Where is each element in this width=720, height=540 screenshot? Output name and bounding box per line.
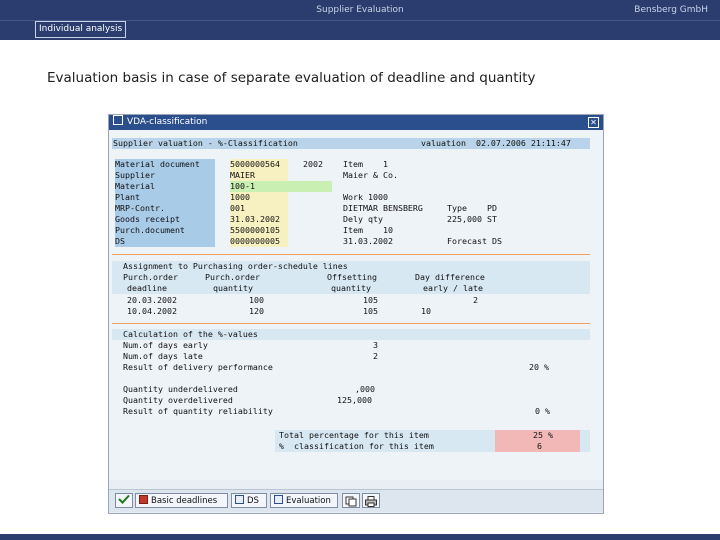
evaluation-label: Evaluation [286, 496, 331, 506]
col-offset-header-1: Offsetting [327, 272, 377, 282]
mrp-type: Type PD [447, 203, 497, 213]
delivery-qty-label: Dely qty [343, 214, 383, 224]
close-icon[interactable]: ✕ [588, 117, 599, 128]
purch-document-item: Item 10 [343, 225, 393, 235]
supplier-field[interactable]: MAIER [230, 170, 288, 181]
material-field[interactable]: 100-1 [230, 181, 332, 192]
material-document-year: 2002 [303, 159, 323, 169]
row-1-deadline: 20.03.2002 [127, 295, 177, 305]
row-1-offset: 105 [363, 295, 378, 305]
row-2-deadline: 10.04.2002 [127, 306, 177, 316]
calc-value-days-late: 2 [373, 351, 378, 361]
valuation-timestamp: valuation 02.07.2006 21:11:47 [421, 138, 571, 148]
material-document-item: Item 1 [343, 159, 388, 169]
label-material: Material [115, 181, 215, 192]
valuation-title: Supplier valuation - %-Classification [113, 138, 298, 148]
row-1-diff: 2 [473, 295, 478, 305]
slide-footer-strip [0, 534, 720, 540]
mrp-controller-name: DIETMAR BENSBERG [343, 203, 423, 213]
calc-value-underdelivered: ,000 [355, 384, 375, 394]
brand-name: Bensberg GmbH [634, 5, 708, 15]
label-plant: Plant [115, 192, 215, 203]
copy-icon [345, 496, 357, 507]
total-percentage-label: Total percentage for this item [279, 430, 429, 440]
assignment-title: Assignment to Purchasing order-schedule … [123, 261, 348, 271]
row-2-offset: 105 [363, 306, 378, 316]
row-2-diff: 10 [421, 306, 431, 316]
col-quantity-header-2: quantity [213, 283, 253, 293]
basic-deadlines-label: Basic deadlines [151, 496, 218, 506]
copy-button[interactable] [342, 493, 360, 508]
ds-forecast: Forecast DS [447, 236, 502, 246]
document-icon [139, 495, 148, 504]
col-quantity-header-1: Purch.order [205, 272, 260, 282]
section-divider [112, 323, 590, 324]
label-ds: DS [115, 236, 215, 247]
calc-label-underdelivered: Quantity underdelivered [123, 384, 238, 394]
col-diff-header-2: early / late [423, 283, 483, 293]
col-deadline-header-1: Purch.order [123, 272, 178, 282]
classification-label: % classification for this item [279, 441, 434, 451]
label-mrp-controller: MRP-Contr. [115, 203, 215, 214]
label-material-document: Material document [115, 159, 215, 170]
row-1-quantity: 100 [249, 295, 264, 305]
evaluation-button[interactable]: Evaluation [270, 493, 338, 508]
label-supplier: Supplier [115, 170, 215, 181]
section-tab: Individual analysis [35, 21, 127, 38]
basic-deadlines-button[interactable]: Basic deadlines [135, 493, 228, 508]
confirm-button[interactable] [115, 493, 133, 508]
calc-label-days-late: Num.of days late [123, 351, 203, 361]
printer-icon [365, 496, 377, 507]
print-button[interactable] [362, 493, 380, 508]
purch-document-field[interactable]: 5500000105 [230, 225, 288, 236]
calc-value-quantity-reliability: 0 % [535, 406, 550, 416]
plant-field[interactable]: 1000 [230, 192, 288, 203]
sap-window: VDA-classification ✕ Supplier valuation … [108, 114, 604, 514]
delivery-qty-value: 225,000 ST [447, 214, 497, 224]
slide-heading: Evaluation basis in case of separate eva… [47, 70, 536, 86]
calc-label-overdelivered: Quantity overdelivered [123, 395, 233, 405]
window-title: VDA-classification [127, 117, 208, 127]
ds-button-label: DS [247, 496, 259, 506]
label-goods-receipt: Goods receipt [115, 214, 215, 225]
supplier-name: Maier & Co. [343, 170, 398, 180]
plant-name: Work 1000 [343, 192, 388, 202]
window-icon [113, 115, 123, 125]
calc-label-quantity-reliability: Result of quantity reliability [123, 406, 273, 416]
ds-date: 31.03.2002 [343, 236, 393, 246]
col-deadline-header-2: deadline [127, 283, 167, 293]
row-2-quantity: 120 [249, 306, 264, 316]
calc-label-days-early: Num.of days early [123, 340, 208, 350]
ds-button[interactable]: DS [231, 493, 267, 508]
list-icon [274, 495, 283, 504]
calc-title: Calculation of the %-values [123, 329, 258, 339]
calc-value-overdelivered: 125,000 [337, 395, 372, 405]
goods-receipt-field[interactable]: 31.03.2002 [230, 214, 288, 225]
section-divider [112, 254, 590, 255]
calc-value-days-early: 3 [373, 340, 378, 350]
ds-field[interactable]: 0000000005 [230, 236, 288, 247]
label-purch-document: Purch.document [115, 225, 215, 236]
calc-label-delivery-performance: Result of delivery performance [123, 362, 273, 372]
slide-header-title: Supplier Evaluation [316, 5, 404, 15]
window-body: Supplier valuation - %-Classification va… [109, 130, 603, 480]
checkmark-icon [118, 494, 130, 504]
col-diff-header-1: Day difference [415, 272, 485, 282]
table-icon [235, 495, 244, 504]
col-offset-header-2: quantity [331, 283, 371, 293]
mrp-controller-field[interactable]: 001 [230, 203, 288, 214]
material-document-field[interactable]: 5000000564 [230, 159, 288, 170]
classification-value: 6 [537, 441, 542, 451]
slide-header: Supplier Evaluation Bensberg GmbH [0, 0, 720, 20]
window-toolbar: Basic deadlines DS Evaluation [109, 489, 603, 512]
calc-value-delivery-performance: 20 % [529, 362, 549, 372]
total-percentage-value: 25 % [533, 430, 553, 440]
window-titlebar: VDA-classification ✕ [109, 115, 603, 130]
